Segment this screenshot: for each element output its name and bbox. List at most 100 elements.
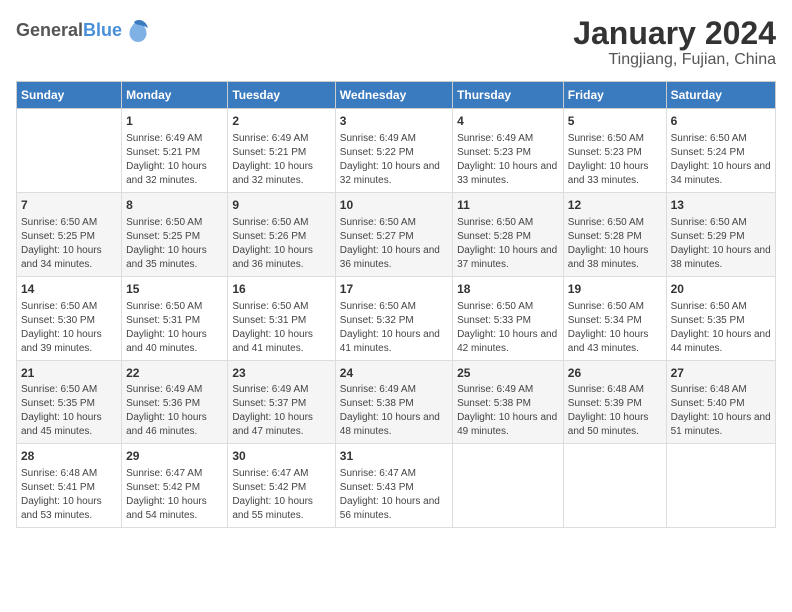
day-info: Sunrise: 6:49 AMSunset: 5:21 PMDaylight:… <box>232 132 330 188</box>
day-number: 17 <box>340 281 448 298</box>
title-area: January 2024 Tingjiang, Fujian, China <box>573 16 776 69</box>
header-day-thursday: Thursday <box>453 82 564 109</box>
calendar-cell: 30 Sunrise: 6:47 AMSunset: 5:42 PMDayligh… <box>228 444 335 528</box>
calendar-cell <box>453 444 564 528</box>
day-number: 10 <box>340 197 448 214</box>
day-info: Sunrise: 6:47 AMSunset: 5:43 PMDaylight:… <box>340 467 448 523</box>
calendar-cell: 14 Sunrise: 6:50 AMSunset: 5:30 PMDayligh… <box>17 276 122 360</box>
logo: GeneralBlue <box>16 16 152 44</box>
day-number: 2 <box>232 113 330 130</box>
day-number: 5 <box>568 113 662 130</box>
day-number: 4 <box>457 113 559 130</box>
calendar-cell: 25Sunrise: 6:49 AMSunset: 5:38 PMDayligh… <box>453 360 564 444</box>
calendar-cell <box>666 444 775 528</box>
logo-general-text: General <box>16 20 83 40</box>
calendar-cell: 2 Sunrise: 6:49 AMSunset: 5:21 PMDaylight… <box>228 109 335 193</box>
day-number: 29 <box>126 448 223 465</box>
calendar-week-row: 21Sunrise: 6:50 AMSunset: 5:35 PMDayligh… <box>17 360 776 444</box>
day-number: 15 <box>126 281 223 298</box>
calendar-cell: 5 Sunrise: 6:50 AMSunset: 5:23 PMDaylight… <box>563 109 666 193</box>
day-number: 20 <box>671 281 771 298</box>
calendar-week-row: 7 Sunrise: 6:50 AMSunset: 5:25 PMDaylight… <box>17 192 776 276</box>
header-day-wednesday: Wednesday <box>335 82 452 109</box>
day-number: 1 <box>126 113 223 130</box>
day-info: Sunrise: 6:48 AMSunset: 5:40 PMDaylight:… <box>671 383 771 439</box>
day-info: Sunrise: 6:50 AMSunset: 5:24 PMDaylight:… <box>671 132 771 188</box>
calendar-cell: 6 Sunrise: 6:50 AMSunset: 5:24 PMDaylight… <box>666 109 775 193</box>
calendar-cell: 16Sunrise: 6:50 AMSunset: 5:31 PMDayligh… <box>228 276 335 360</box>
day-number: 16 <box>232 281 330 298</box>
day-number: 11 <box>457 197 559 214</box>
day-number: 19 <box>568 281 662 298</box>
day-info: Sunrise: 6:49 AMSunset: 5:21 PMDaylight:… <box>126 132 223 188</box>
day-info: Sunrise: 6:49 AMSunset: 5:22 PMDaylight:… <box>340 132 448 188</box>
page-title: January 2024 <box>573 16 776 51</box>
calendar-week-row: 1 Sunrise: 6:49 AMSunset: 5:21 PMDaylight… <box>17 109 776 193</box>
header-day-monday: Monday <box>122 82 228 109</box>
calendar-cell <box>17 109 122 193</box>
day-number: 12 <box>568 197 662 214</box>
calendar-cell <box>563 444 666 528</box>
day-info: Sunrise: 6:50 AMSunset: 5:28 PMDaylight:… <box>568 216 662 272</box>
calendar-cell: 1 Sunrise: 6:49 AMSunset: 5:21 PMDaylight… <box>122 109 228 193</box>
day-info: Sunrise: 6:50 AMSunset: 5:25 PMDaylight:… <box>21 216 117 272</box>
day-info: Sunrise: 6:50 AMSunset: 5:26 PMDaylight:… <box>232 216 330 272</box>
day-info: Sunrise: 6:49 AMSunset: 5:37 PMDaylight:… <box>232 383 330 439</box>
day-info: Sunrise: 6:50 AMSunset: 5:34 PMDaylight:… <box>568 300 662 356</box>
calendar-cell: 24Sunrise: 6:49 AMSunset: 5:38 PMDayligh… <box>335 360 452 444</box>
day-number: 7 <box>21 197 117 214</box>
day-number: 26 <box>568 365 662 382</box>
calendar-table: SundayMondayTuesdayWednesdayThursdayFrid… <box>16 81 776 528</box>
day-info: Sunrise: 6:48 AMSunset: 5:41 PMDaylight:… <box>21 467 117 523</box>
day-number: 8 <box>126 197 223 214</box>
logo-icon <box>124 16 152 44</box>
calendar-cell: 7 Sunrise: 6:50 AMSunset: 5:25 PMDaylight… <box>17 192 122 276</box>
day-info: Sunrise: 6:50 AMSunset: 5:31 PMDaylight:… <box>126 300 223 356</box>
day-info: Sunrise: 6:50 AMSunset: 5:35 PMDaylight:… <box>21 383 117 439</box>
calendar-cell: 13Sunrise: 6:50 AMSunset: 5:29 PMDayligh… <box>666 192 775 276</box>
day-info: Sunrise: 6:50 AMSunset: 5:33 PMDaylight:… <box>457 300 559 356</box>
header-day-sunday: Sunday <box>17 82 122 109</box>
calendar-header-row: SundayMondayTuesdayWednesdayThursdayFrid… <box>17 82 776 109</box>
day-number: 28 <box>21 448 117 465</box>
calendar-cell: 22Sunrise: 6:49 AMSunset: 5:36 PMDayligh… <box>122 360 228 444</box>
page-subtitle: Tingjiang, Fujian, China <box>573 51 776 69</box>
day-number: 6 <box>671 113 771 130</box>
day-number: 30 <box>232 448 330 465</box>
calendar-week-row: 14 Sunrise: 6:50 AMSunset: 5:30 PMDayligh… <box>17 276 776 360</box>
calendar-cell: 27Sunrise: 6:48 AMSunset: 5:40 PMDayligh… <box>666 360 775 444</box>
calendar-cell: 21Sunrise: 6:50 AMSunset: 5:35 PMDayligh… <box>17 360 122 444</box>
day-info: Sunrise: 6:50 AMSunset: 5:23 PMDaylight:… <box>568 132 662 188</box>
calendar-cell: 8 Sunrise: 6:50 AMSunset: 5:25 PMDaylight… <box>122 192 228 276</box>
day-number: 25 <box>457 365 559 382</box>
calendar-cell: 11 Sunrise: 6:50 AMSunset: 5:28 PMDayligh… <box>453 192 564 276</box>
calendar-cell: 20 Sunrise: 6:50 AMSunset: 5:35 PMDayligh… <box>666 276 775 360</box>
calendar-cell: 4 Sunrise: 6:49 AMSunset: 5:23 PMDaylight… <box>453 109 564 193</box>
calendar-week-row: 28 Sunrise: 6:48 AMSunset: 5:41 PMDayligh… <box>17 444 776 528</box>
calendar-cell: 28 Sunrise: 6:48 AMSunset: 5:41 PMDayligh… <box>17 444 122 528</box>
day-info: Sunrise: 6:50 AMSunset: 5:32 PMDaylight:… <box>340 300 448 356</box>
day-info: Sunrise: 6:50 AMSunset: 5:30 PMDaylight:… <box>21 300 117 356</box>
day-info: Sunrise: 6:47 AMSunset: 5:42 PMDaylight:… <box>232 467 330 523</box>
day-info: Sunrise: 6:49 AMSunset: 5:38 PMDaylight:… <box>340 383 448 439</box>
day-info: Sunrise: 6:50 AMSunset: 5:28 PMDaylight:… <box>457 216 559 272</box>
day-info: Sunrise: 6:49 AMSunset: 5:23 PMDaylight:… <box>457 132 559 188</box>
header: GeneralBlue January 2024 Tingjiang, Fuji… <box>16 16 776 69</box>
day-number: 27 <box>671 365 771 382</box>
header-day-tuesday: Tuesday <box>228 82 335 109</box>
logo-blue-text: Blue <box>83 20 122 40</box>
calendar-cell: 15 Sunrise: 6:50 AMSunset: 5:31 PMDayligh… <box>122 276 228 360</box>
header-day-friday: Friday <box>563 82 666 109</box>
calendar-cell: 17 Sunrise: 6:50 AMSunset: 5:32 PMDayligh… <box>335 276 452 360</box>
calendar-cell: 9Sunrise: 6:50 AMSunset: 5:26 PMDaylight… <box>228 192 335 276</box>
calendar-cell: 3Sunrise: 6:49 AMSunset: 5:22 PMDaylight… <box>335 109 452 193</box>
day-info: Sunrise: 6:50 AMSunset: 5:35 PMDaylight:… <box>671 300 771 356</box>
day-number: 14 <box>21 281 117 298</box>
calendar-cell: 29 Sunrise: 6:47 AMSunset: 5:42 PMDayligh… <box>122 444 228 528</box>
calendar-cell: 23Sunrise: 6:49 AMSunset: 5:37 PMDayligh… <box>228 360 335 444</box>
day-info: Sunrise: 6:50 AMSunset: 5:27 PMDaylight:… <box>340 216 448 272</box>
day-number: 13 <box>671 197 771 214</box>
day-info: Sunrise: 6:47 AMSunset: 5:42 PMDaylight:… <box>126 467 223 523</box>
day-info: Sunrise: 6:50 AMSunset: 5:25 PMDaylight:… <box>126 216 223 272</box>
day-number: 31 <box>340 448 448 465</box>
